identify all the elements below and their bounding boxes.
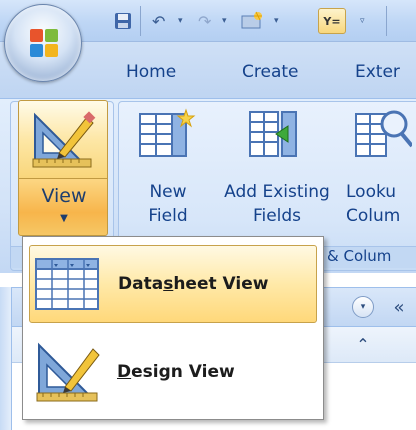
menu-item-datasheet-view[interactable]: Datasheet View	[29, 245, 317, 323]
new-field-icon	[139, 108, 196, 157]
new-field-line1: New	[149, 182, 187, 202]
qat-end-separator	[386, 6, 387, 36]
datasheet-view-icon	[35, 258, 99, 310]
add-existing-fields-icon	[249, 111, 297, 157]
nav-menu-chevron-icon[interactable]: ▾	[352, 296, 374, 318]
save-icon[interactable]	[114, 10, 132, 32]
view-button-top[interactable]	[18, 100, 108, 178]
add-existing-fields-button[interactable]: Add Existing Fields	[212, 100, 342, 236]
undo-dropdown-icon[interactable]: ▾	[178, 10, 183, 32]
customize-dropdown-icon[interactable]: ▾	[274, 10, 279, 32]
office-logo-icon	[30, 29, 58, 57]
design-view-label: Design View	[117, 362, 235, 382]
navigation-pane-edge	[0, 287, 12, 430]
lookup-column-button[interactable]: Looku Colum	[346, 100, 416, 236]
group-collapse-icon[interactable]: ⌃	[352, 333, 374, 355]
menu-item-design-view[interactable]: Design View	[29, 333, 317, 411]
view-dropdown-menu: Datasheet View Design View	[22, 236, 324, 420]
quick-tool-icon[interactable]	[240, 10, 264, 32]
lookup-column-icon	[355, 110, 412, 157]
add-existing-line2: Fields	[252, 206, 302, 226]
qat-separator	[140, 6, 141, 36]
undo-icon[interactable]: ↶	[152, 10, 165, 32]
tab-external[interactable]: Exter	[355, 62, 400, 82]
office-button[interactable]	[4, 4, 82, 82]
add-existing-line1: Add Existing	[224, 182, 330, 202]
more-commands-icon[interactable]: ▿	[360, 10, 365, 32]
view-button-dropdown[interactable]: View ▼	[18, 178, 108, 236]
tab-create[interactable]: Create	[242, 62, 299, 82]
filter-toggle-button[interactable]: Y=	[318, 8, 346, 34]
view-dropdown-caret-icon: ▼	[60, 213, 68, 224]
new-field-line2: Field	[148, 206, 188, 226]
tab-home[interactable]: Home	[126, 62, 176, 82]
nav-collapse-icon[interactable]: «	[388, 296, 410, 318]
lookup-line2: Colum	[346, 206, 401, 226]
redo-dropdown-icon[interactable]: ▾	[222, 10, 227, 32]
design-view-icon	[32, 111, 96, 168]
design-view-menu-icon	[36, 342, 100, 402]
redo-icon[interactable]: ↷	[198, 10, 211, 32]
view-button-label: View	[41, 185, 87, 207]
datasheet-view-label: Datasheet View	[118, 274, 269, 294]
lookup-line1: Looku	[346, 182, 397, 202]
new-field-button[interactable]: New Field	[130, 100, 206, 236]
